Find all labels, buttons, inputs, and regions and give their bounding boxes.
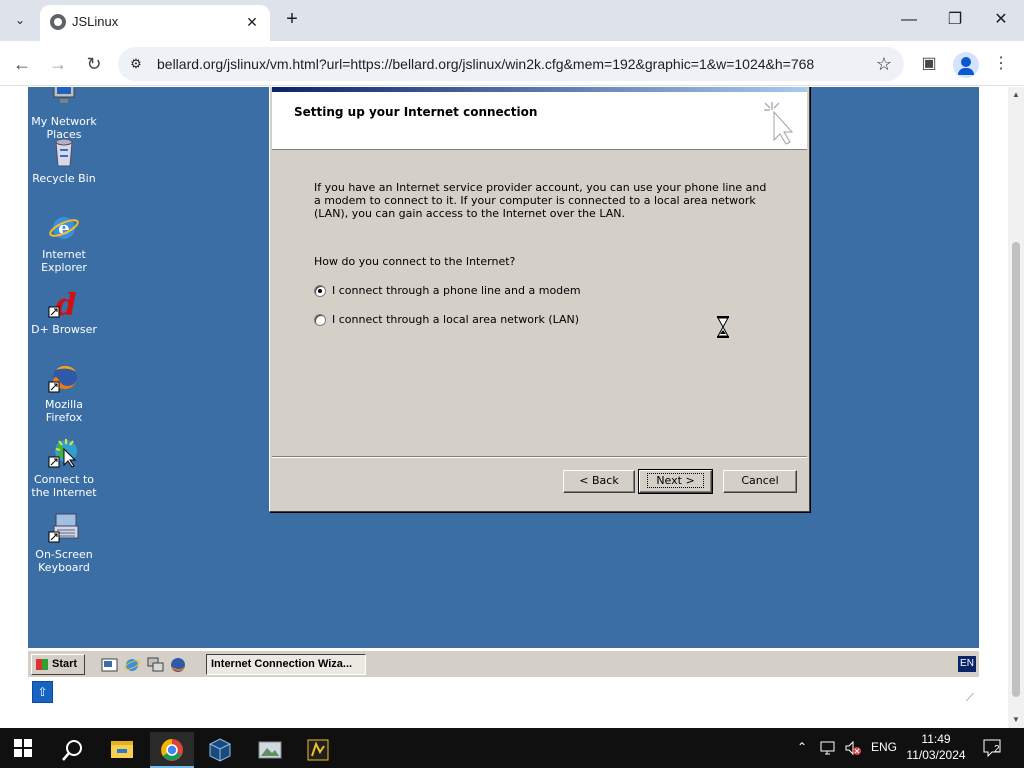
network-places-icon	[48, 87, 80, 111]
input-language[interactable]: ENG	[871, 740, 897, 754]
search-icon[interactable]	[50, 732, 94, 768]
desktop-icon-firefox[interactable]: Mozilla Firefox	[28, 362, 100, 424]
option-lan[interactable]: I connect through a local area network (…	[314, 313, 579, 326]
jslinux-favicon-icon	[50, 14, 66, 30]
wizard-description: If you have an Internet service provider…	[314, 181, 767, 220]
desktop-icon-network-places[interactable]: My Network Places	[28, 87, 100, 141]
notifications-icon[interactable]: 2	[982, 738, 1004, 758]
bookmark-star-icon[interactable]: ☆	[876, 54, 892, 74]
app-shortcut-icon[interactable]	[296, 732, 340, 768]
wizard-header-title: Setting up your Internet connection	[294, 105, 538, 119]
desktop-icon-onscreen-keyboard[interactable]: On-Screen Keyboard	[28, 512, 100, 574]
site-info-icon[interactable]: ⚙	[128, 56, 144, 72]
back-wizard-button[interactable]: < Back	[563, 470, 635, 493]
side-panel-icon[interactable]: ▣	[916, 51, 942, 77]
hourglass-cursor-icon	[717, 316, 729, 338]
vm-taskbar: Start Internet Connection Wiza... EN	[28, 650, 979, 677]
reload-button[interactable]: ↻	[81, 51, 107, 77]
clock-time: 11:49	[921, 732, 951, 746]
radio-lan[interactable]	[314, 313, 326, 326]
upload-icon[interactable]: ⇧	[32, 681, 53, 703]
scroll-up-icon[interactable]: ▲	[1008, 87, 1024, 103]
windows-start-icon[interactable]	[14, 739, 32, 757]
tab-search-icon[interactable]: ⌄	[8, 8, 32, 32]
back-button[interactable]: ←	[9, 51, 35, 77]
next-wizard-button[interactable]: Next >	[638, 469, 713, 494]
quicklaunch-network-icon[interactable]	[147, 656, 164, 673]
browser-tab[interactable]: JSLinux ✕	[40, 5, 270, 41]
wizard-header: Setting up your Internet connection	[272, 92, 807, 150]
profile-avatar-icon[interactable]	[953, 52, 979, 78]
clock-date: 11/03/2024	[906, 748, 966, 762]
page-scrollbar[interactable]: ▲ ▼	[1008, 87, 1024, 728]
option-phone-modem[interactable]: I connect through a phone line and a mod…	[314, 284, 581, 297]
option-lan-label[interactable]: I connect through a local area network (…	[332, 313, 579, 326]
chrome-menu-icon[interactable]: ⋮	[988, 51, 1014, 77]
browser-toolbar: ← → ↻ ⚙ bellard.org/jslinux/vm.html?url=…	[0, 41, 1024, 86]
scroll-down-icon[interactable]: ▼	[1008, 712, 1024, 728]
resize-grip-icon[interactable]: ⟋	[966, 692, 978, 704]
dialog-separator	[272, 456, 807, 458]
desktop-icon-label: Connect to the Internet	[31, 473, 97, 499]
photos-app-icon[interactable]	[248, 732, 292, 768]
address-bar[interactable]: ⚙ bellard.org/jslinux/vm.html?url=https:…	[118, 47, 904, 81]
system-clock[interactable]: 11:49 11/03/2024	[900, 731, 972, 763]
tab-close-icon[interactable]: ✕	[242, 12, 262, 32]
minimize-button[interactable]: —	[886, 6, 932, 34]
chrome-taskbar-icon[interactable]	[150, 732, 194, 768]
url-text[interactable]: bellard.org/jslinux/vm.html?url=https://…	[157, 56, 814, 72]
restore-button[interactable]: ❐	[932, 6, 978, 34]
next-button-label[interactable]: Next >	[647, 473, 704, 488]
quicklaunch-firefox-icon[interactable]	[170, 656, 187, 673]
desktop-icon-dplus-browser[interactable]: d D+ Browser	[28, 287, 100, 336]
desktop-icon-connect-internet[interactable]: Connect to the Internet	[28, 437, 100, 499]
new-tab-button[interactable]: +	[281, 8, 303, 30]
desktop-icon-recycle-bin[interactable]: Recycle Bin	[28, 136, 100, 185]
network-tray-icon[interactable]	[820, 740, 838, 756]
desktop-icon-label: On-Screen Keyboard	[35, 548, 93, 574]
desktop-icon-internet-explorer[interactable]: e Internet Explorer	[28, 212, 100, 274]
scroll-thumb[interactable]	[1012, 242, 1020, 697]
quicklaunch-ie-icon[interactable]	[124, 656, 141, 673]
option-phone-modem-label[interactable]: I connect through a phone line and a mod…	[332, 284, 581, 297]
internet-connection-wizard-dialog: Setting up your Internet connection If y…	[269, 87, 810, 512]
connect-internet-icon	[48, 437, 80, 469]
taskbar-wizard-button[interactable]: Internet Connection Wiza...	[206, 654, 366, 675]
desktop-icon-label: Internet Explorer	[41, 248, 87, 274]
dplus-browser-icon: d	[48, 287, 80, 323]
wizard-question: How do you connect to the Internet?	[314, 255, 516, 268]
virtualbox-icon[interactable]	[198, 732, 242, 768]
volume-muted-icon[interactable]	[844, 740, 862, 756]
desktop-icon-label: D+ Browser	[31, 323, 97, 336]
desktop-icon-label: Recycle Bin	[32, 172, 96, 185]
cancel-wizard-button[interactable]: Cancel	[723, 470, 797, 493]
close-window-button[interactable]: ✕	[978, 6, 1024, 34]
host-taskbar: ⌃ ENG 11:49 11/03/2024 2	[0, 728, 1024, 768]
start-button[interactable]: Start	[31, 654, 85, 675]
file-explorer-icon[interactable]	[100, 732, 144, 768]
onscreen-keyboard-icon	[48, 512, 80, 544]
wizard-cursor-logo-icon	[764, 102, 794, 145]
recycle-bin-icon	[48, 136, 80, 168]
show-hidden-icons-icon[interactable]: ⌃	[797, 740, 807, 754]
desktop-icon-label: Mozilla Firefox	[45, 398, 83, 424]
vm-desktop[interactable]: My Network Places Recycle Bin e Internet…	[28, 87, 979, 648]
tab-title: JSLinux	[72, 14, 119, 29]
internet-explorer-icon: e	[48, 212, 80, 244]
language-indicator[interactable]: EN	[958, 656, 976, 672]
radio-phone-modem[interactable]	[314, 284, 326, 297]
notification-count: 2	[994, 744, 1000, 755]
browser-tab-strip: ⌄ JSLinux ✕ + — ❐ ✕	[0, 0, 1024, 41]
firefox-icon	[48, 362, 80, 394]
show-desktop-icon[interactable]	[101, 656, 118, 673]
forward-button[interactable]: →	[45, 51, 71, 77]
